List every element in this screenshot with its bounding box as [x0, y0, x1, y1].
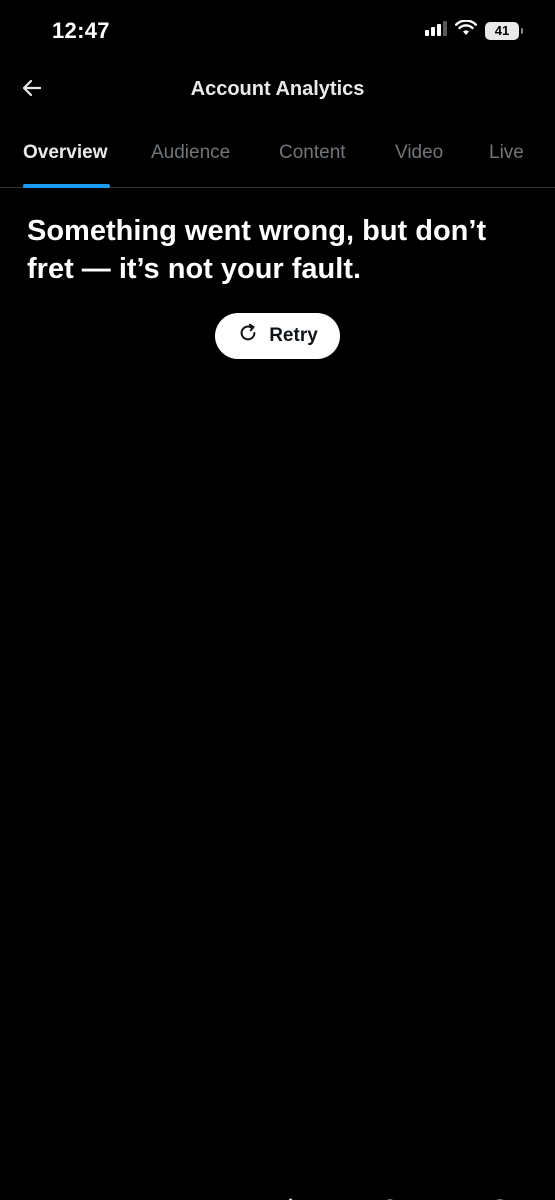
tab-overview[interactable]: Overview: [23, 142, 108, 164]
grok-icon: [262, 1196, 294, 1200]
cellular-signal-icon: [425, 20, 447, 41]
bottom-nav: [0, 1090, 555, 1200]
nav-search[interactable]: [137, 1184, 197, 1200]
tab-video[interactable]: Video: [395, 142, 443, 164]
nav-home[interactable]: [26, 1184, 86, 1200]
battery-level: 41: [494, 23, 510, 38]
battery-icon: 41: [485, 21, 523, 40]
tab-content[interactable]: Content: [279, 142, 346, 164]
status-bar: 12:47 41: [0, 0, 555, 62]
messages-icon: [485, 1197, 515, 1200]
header: Account Analytics: [0, 62, 555, 118]
status-icons: 41: [425, 19, 523, 41]
active-tab-indicator: [23, 184, 110, 188]
app-screen: 12:47 41 Account Analytics Overview Audi…: [0, 0, 555, 1200]
retry-label: Retry: [269, 325, 318, 346]
tab-audience[interactable]: Audience: [151, 142, 230, 164]
retry-button[interactable]: Retry: [215, 313, 340, 359]
tab-live[interactable]: Live: [489, 142, 524, 164]
home-icon: [41, 1197, 71, 1200]
refresh-icon: [237, 322, 259, 350]
notifications-icon: [375, 1197, 405, 1200]
status-time: 12:47: [52, 18, 110, 43]
wifi-icon: [455, 19, 477, 41]
tab-bar: Overview Audience Content Video Live: [0, 128, 555, 188]
nav-grok[interactable]: [248, 1184, 308, 1200]
nav-notifications[interactable]: [360, 1184, 420, 1200]
error-message: Something went wrong, but don’t fret — i…: [27, 215, 487, 285]
search-icon: [152, 1197, 182, 1200]
nav-messages[interactable]: [470, 1184, 530, 1200]
page-title: Account Analytics: [190, 78, 365, 100]
